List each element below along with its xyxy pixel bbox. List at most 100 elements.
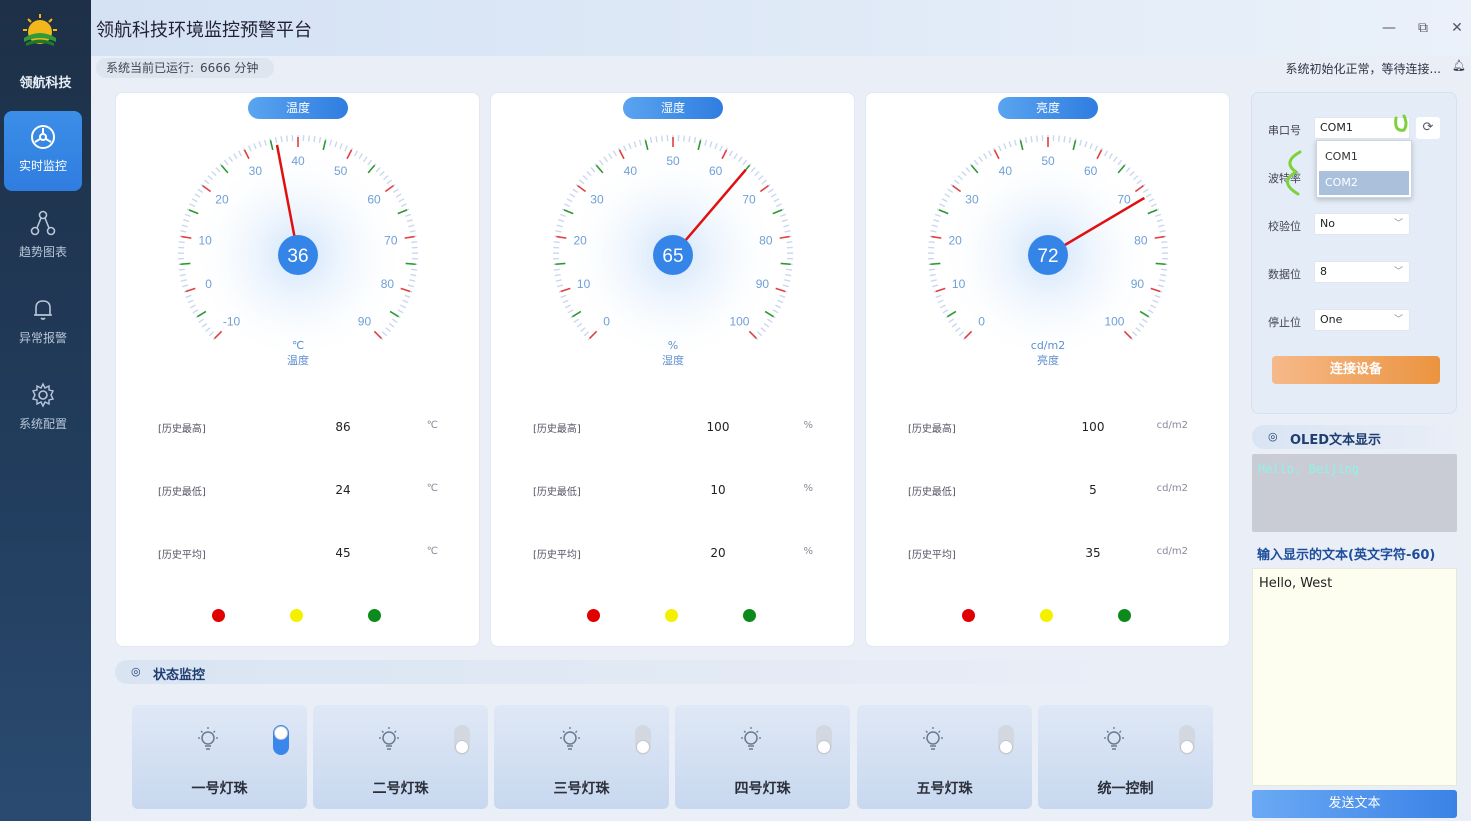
- lamp-toggle[interactable]: [273, 725, 289, 755]
- bulb-icon: [923, 727, 943, 750]
- gauge-card: 亮度 0 10 20 30 40 50 60 70 80 90 100 72 cd/m2 亮度 [历史最高] 1…: [865, 92, 1230, 647]
- lamp-label: 统一控制: [1097, 781, 1154, 797]
- bulb-icon: [198, 727, 218, 750]
- status-led-icon: [962, 609, 975, 622]
- gauge-dial: -10 0 10 20 30 40 50 60 70 80 90 36 ℃温度: [178, 135, 418, 367]
- gauge-tick-label: 0: [603, 314, 610, 328]
- stat-label: [历史平均]: [158, 550, 206, 561]
- gauge-tick-label: 10: [952, 277, 966, 291]
- gauge-tick-label: 60: [1084, 164, 1098, 178]
- chevron-down-icon: ﹀: [1393, 267, 1403, 277]
- status-led-icon: [743, 609, 756, 622]
- monitor-icon: [31, 125, 55, 149]
- stat-row: [历史最低] 5 cd/m2: [908, 483, 1188, 501]
- gauge-tick-label: 40: [291, 154, 305, 168]
- port-select[interactable]: COM1: [1314, 117, 1410, 139]
- gauge-tick-label: 30: [590, 193, 604, 207]
- gauge-name: 湿度: [662, 353, 684, 367]
- stat-row: [历史最低] 24 ℃: [158, 483, 438, 501]
- nav-label: 趋势图表: [18, 245, 67, 259]
- gauge-value: 36: [287, 246, 308, 267]
- title-bar: 领航科技环境监控预警平台 — ⧉ ✕: [91, 0, 1471, 56]
- stat-value: 45: [335, 546, 351, 560]
- status-led-icon: [290, 609, 303, 622]
- gauge-tick-label: 60: [367, 193, 381, 207]
- stat-value: 5: [1089, 483, 1097, 497]
- gauge-tick-label: 90: [756, 277, 770, 291]
- status-led-icon: [1040, 609, 1053, 622]
- send-button[interactable]: 发送文本: [1252, 790, 1457, 818]
- lamp-label: 四号灯珠: [734, 781, 791, 797]
- lamp-toggle[interactable]: [635, 725, 651, 755]
- close-button[interactable]: ✕: [1447, 18, 1467, 38]
- lamp-label: 五号灯珠: [916, 781, 973, 797]
- gauge-unit: %: [668, 339, 678, 352]
- sidebar: 领航科技 实时监控 趋势图表 异常报警 系统配置: [0, 0, 91, 821]
- input-label: 输入显示的文本(英文字符-60): [1257, 548, 1436, 563]
- databits-value: 8: [1320, 265, 1327, 278]
- notification-bell-icon[interactable]: 🔔︎: [1452, 59, 1466, 72]
- gauge-dial: 0 10 20 30 40 50 60 70 80 90 100 72 cd/m2亮度: [928, 135, 1168, 367]
- refresh-icon[interactable]: ⟳: [1416, 117, 1440, 139]
- stat-unit: %: [803, 546, 813, 557]
- uptime-value: 6666 分钟: [200, 61, 259, 75]
- gauge-tick-label: 40: [999, 164, 1013, 178]
- nav-item-settings[interactable]: 系统配置: [4, 369, 82, 449]
- gauge-tick-label: 10: [577, 277, 591, 291]
- gauge-tick-label: 50: [334, 164, 348, 178]
- stat-unit: ℃: [426, 546, 438, 557]
- gauge-tick-label: 20: [215, 193, 229, 207]
- gauge-tick-label: 70: [1117, 193, 1131, 207]
- gauge-tick-label: 90: [358, 314, 372, 328]
- brand-name: 领航科技: [19, 76, 72, 91]
- connect-button[interactable]: 连接设备: [1272, 356, 1440, 384]
- databits-label: 数据位: [1268, 268, 1301, 281]
- baud-label: 波特率: [1268, 172, 1301, 185]
- stat-label: [历史平均]: [533, 550, 581, 561]
- bulb-icon: [560, 727, 580, 750]
- gauge-unit: cd/m2: [1031, 339, 1065, 352]
- port-option[interactable]: COM1: [1319, 145, 1409, 169]
- stat-row: [历史最高] 86 ℃: [158, 420, 438, 438]
- stat-unit: cd/m2: [1156, 420, 1188, 431]
- gauge-tick-label: 60: [709, 164, 723, 178]
- oled-header: ◎ OLED文本显示: [1252, 425, 1457, 449]
- gauge-value: 65: [662, 246, 683, 267]
- minimize-button[interactable]: —: [1379, 18, 1399, 38]
- lamp-card: 五号灯珠: [857, 705, 1032, 809]
- gauge-card: 温度 -10 0 10 20 30 40 50 60 70 80 90 36 ℃ 温度 [历史最高] 86 ℃ [历…: [115, 92, 480, 647]
- gauge-dial: 0 10 20 30 40 50 60 70 80 90 100 65%湿度: [553, 135, 793, 367]
- restore-button[interactable]: ⧉: [1413, 18, 1433, 38]
- stat-value: 24: [335, 483, 351, 497]
- status-bar: 系统当前已运行: 6666 分钟 系统初始化正常，等待连接... 🔔︎: [91, 56, 1471, 80]
- bulb-icon: [741, 727, 761, 750]
- nav-item-realtime[interactable]: 实时监控: [4, 111, 82, 191]
- gauge-title-pill: 温度: [248, 97, 348, 119]
- lamp-toggle[interactable]: [454, 725, 470, 755]
- nav-item-alarm[interactable]: 异常报警: [4, 283, 82, 363]
- nav-label: 实时监控: [18, 159, 67, 173]
- lamp-card: 三号灯珠: [494, 705, 669, 809]
- stat-value: 100: [1081, 420, 1105, 434]
- lamp-card: 统一控制: [1038, 705, 1213, 809]
- lamp-toggle[interactable]: [1179, 725, 1195, 755]
- stopbits-select[interactable]: One ﹀: [1314, 309, 1410, 331]
- lamp-toggle[interactable]: [998, 725, 1014, 755]
- gear-icon: [31, 382, 55, 408]
- system-message: 系统初始化正常，等待连接...: [1285, 62, 1441, 76]
- monitor-icon: ◎: [131, 665, 141, 678]
- nav-item-trend[interactable]: 趋势图表: [4, 197, 82, 277]
- stat-row: [历史最高] 100 cd/m2: [908, 420, 1188, 438]
- port-option[interactable]: COM2: [1319, 171, 1409, 195]
- stat-unit: %: [803, 483, 813, 494]
- status-led-icon: [1118, 609, 1131, 622]
- lamp-toggle[interactable]: [816, 725, 832, 755]
- text-input[interactable]: Hello, West: [1252, 568, 1457, 786]
- port-label: 串口号: [1268, 124, 1301, 137]
- databits-select[interactable]: 8 ﹀: [1314, 261, 1410, 283]
- gauge-tick-label: 0: [978, 314, 985, 328]
- oled-title: OLED文本显示: [1290, 433, 1382, 448]
- uptime-badge: 系统当前已运行: 6666 分钟: [96, 58, 275, 78]
- parity-value: No: [1320, 217, 1335, 230]
- parity-select[interactable]: No ﹀: [1314, 213, 1410, 235]
